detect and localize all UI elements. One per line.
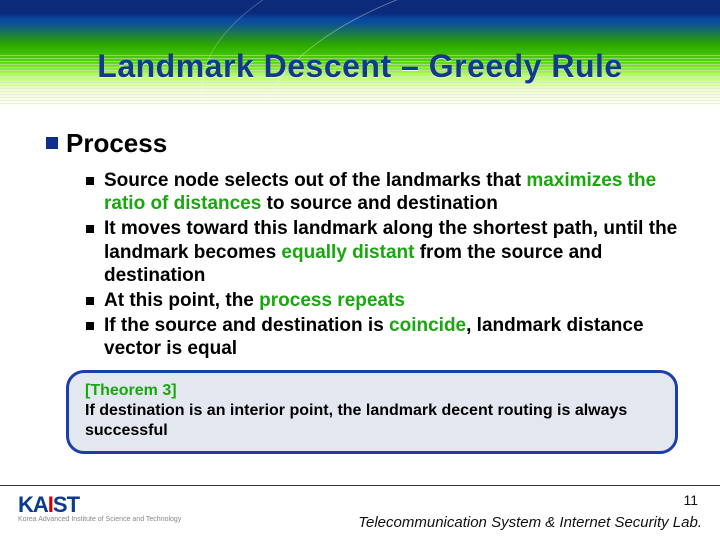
slide-title: Landmark Descent – Greedy Rule	[0, 48, 720, 85]
slide-header: Landmark Descent – Greedy Rule	[0, 0, 720, 110]
bullet-list: Source node selects out of the landmarks…	[46, 169, 684, 360]
theorem-label: [Theorem 3]	[85, 382, 177, 399]
list-item: At this point, the process repeats	[86, 289, 684, 312]
bullet-text: If the source and destination is	[104, 315, 389, 336]
page-meta: 11 Telecommunication System & Internet S…	[358, 492, 702, 531]
section-heading-text: Process	[66, 128, 167, 158]
list-item: If the source and destination is coincid…	[86, 314, 684, 360]
list-item: It moves toward this landmark along the …	[86, 217, 684, 287]
square-bullet-icon	[46, 137, 58, 149]
section-heading: Process	[46, 128, 684, 159]
page-number: 11	[358, 492, 702, 508]
list-item: Source node selects out of the landmarks…	[86, 169, 684, 215]
bullet-emphasis: process repeats	[259, 290, 405, 311]
kaist-logo: KAIST	[18, 492, 181, 518]
theorem-text: If destination is an interior point, the…	[85, 402, 627, 439]
bullet-emphasis: coincide	[389, 315, 466, 336]
bullet-text: At this point, the	[104, 290, 259, 311]
slide-content: Process Source node selects out of the l…	[0, 110, 720, 458]
slide-footer: KAIST Korea Advanced Institute of Scienc…	[0, 485, 720, 540]
bullet-emphasis: equally distant	[281, 242, 414, 263]
lab-name: Telecommunication System & Internet Secu…	[358, 514, 702, 531]
logo-block: KAIST Korea Advanced Institute of Scienc…	[18, 492, 181, 523]
theorem-box: [Theorem 3] If destination is an interio…	[66, 370, 678, 454]
bullet-text: Source node selects out of the landmarks…	[104, 170, 526, 191]
bullet-text: to source and destination	[261, 193, 497, 214]
